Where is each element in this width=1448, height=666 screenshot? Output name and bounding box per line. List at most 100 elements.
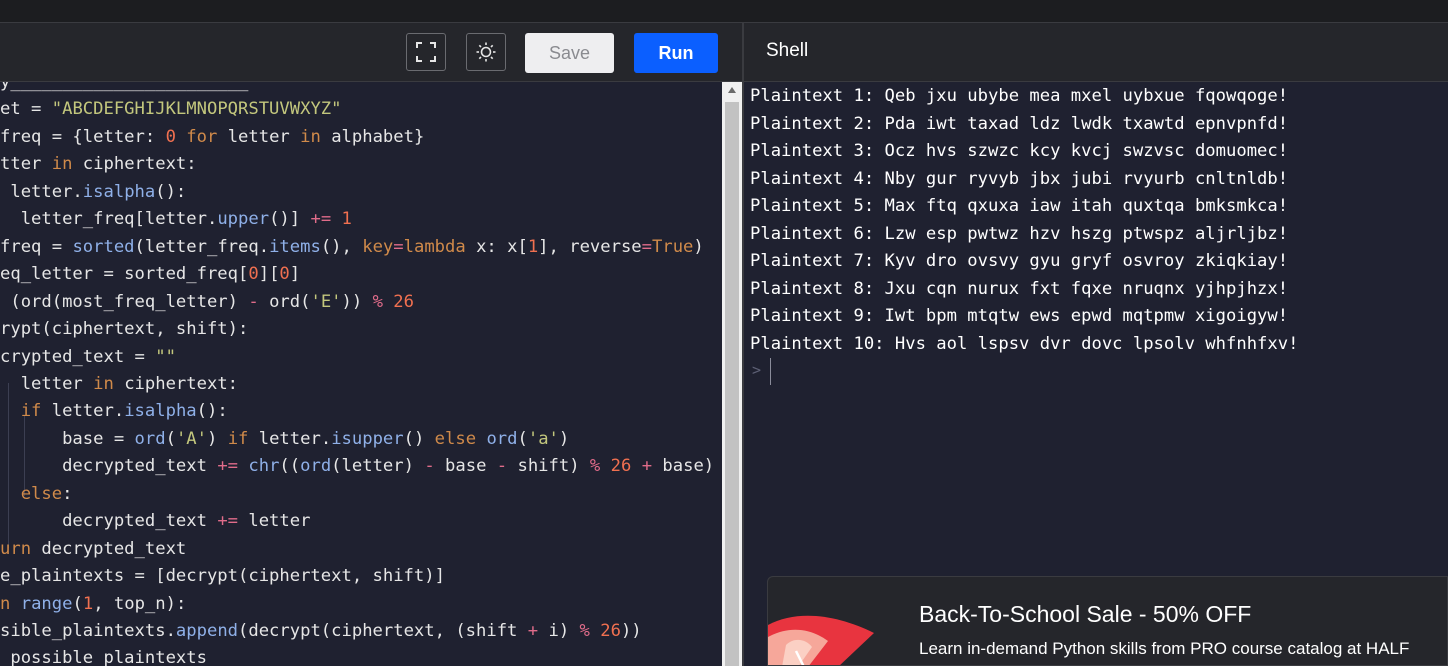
code-token: (( bbox=[279, 456, 301, 477]
promo-banner[interactable]: Back-To-School Sale - 50% OFF Learn in-d… bbox=[767, 576, 1448, 666]
shell-output-line: Plaintext 2: Pda iwt taxad ldz lwdk txaw… bbox=[750, 113, 1289, 134]
scroll-thumb[interactable] bbox=[725, 102, 739, 666]
code-token: letter. bbox=[41, 401, 125, 422]
code-token: letter bbox=[217, 126, 301, 147]
code-token: += bbox=[217, 456, 239, 477]
code-token: , top_n): bbox=[93, 593, 187, 614]
shell-output-line: Plaintext 5: Max ftq qxuxa iaw itah quxt… bbox=[750, 196, 1289, 216]
code-token: decrypted_text bbox=[31, 538, 187, 559]
code-line[interactable]: eq_letter = sorted_freq[0][0] bbox=[0, 261, 300, 288]
code-token: key bbox=[362, 236, 394, 257]
code-token: lambda bbox=[403, 236, 466, 257]
code-line[interactable]: possible_plaintexts bbox=[0, 645, 207, 666]
code-line[interactable]: letter_freq[letter.upper()] += 1 bbox=[0, 206, 352, 233]
code-token: 'A' bbox=[175, 428, 207, 449]
code-token: x: x[ bbox=[465, 236, 528, 257]
umbrella-illustration-icon bbox=[768, 615, 874, 665]
code-token: )) bbox=[341, 291, 373, 312]
code-token: base = bbox=[0, 428, 135, 449]
code-token: - bbox=[248, 291, 259, 312]
code-token: possible_plaintexts bbox=[0, 648, 207, 666]
fullscreen-icon bbox=[416, 42, 436, 62]
code-token: () bbox=[403, 428, 435, 449]
code-line[interactable]: crypted_text = "" bbox=[0, 344, 176, 371]
code-token: letter bbox=[238, 511, 311, 532]
code-token: append bbox=[175, 621, 239, 641]
code-token: letter. bbox=[248, 428, 332, 449]
code-token: decrypted_text bbox=[0, 456, 218, 477]
code-token: - bbox=[496, 456, 508, 477]
code-token: if bbox=[227, 428, 249, 449]
code-token: in bbox=[51, 154, 73, 175]
code-token: crypted_text = bbox=[0, 346, 156, 367]
code-token: ciphertext: bbox=[113, 373, 239, 394]
theme-toggle-button[interactable] bbox=[466, 33, 506, 71]
code-line[interactable]: (ord(most_freq_letter) - ord('E')) % 26 bbox=[0, 289, 414, 316]
scroll-up-arrow-icon[interactable] bbox=[728, 87, 736, 93]
code-token: (decrypt(ciphertext, (shift bbox=[238, 621, 528, 641]
code-token: e_plaintexts = [decrypt(ciphertext, shif… bbox=[0, 566, 445, 587]
code-line[interactable]: freq = sorted(letter_freq.items(), key=l… bbox=[0, 234, 704, 261]
code-token: else bbox=[20, 483, 63, 504]
code-line[interactable]: rypt(ciphertext, shift): bbox=[0, 316, 248, 343]
code-token: ( bbox=[165, 428, 176, 449]
code-token: 'a' bbox=[527, 428, 559, 449]
fullscreen-button[interactable] bbox=[406, 33, 446, 71]
code-token: (letter_freq. bbox=[134, 236, 270, 257]
code-token: items bbox=[269, 236, 321, 257]
code-token: decrypted_text bbox=[0, 511, 218, 532]
code-line[interactable]: if letter.isalpha(): bbox=[0, 398, 228, 425]
code-line[interactable]: urn decrypted_text bbox=[0, 536, 186, 563]
code-token: ()] bbox=[269, 209, 311, 230]
code-line[interactable]: letter.isalpha(): bbox=[0, 179, 186, 206]
shell-output-line: Plaintext 10: Hvs aol lspsv dvr dovc lps… bbox=[750, 333, 1299, 354]
code-token: 0 bbox=[165, 126, 176, 147]
code-line[interactable]: freq = {letter: 0 for letter in alphabet… bbox=[0, 124, 424, 151]
run-button[interactable]: Run bbox=[634, 33, 718, 73]
code-line[interactable]: base = ord('A') if letter.isupper() else… bbox=[0, 426, 569, 453]
code-line[interactable]: decrypted_text += chr((ord(letter) - bas… bbox=[0, 453, 714, 480]
code-line[interactable]: n range(1, top_n): bbox=[0, 591, 186, 618]
shell-output-line: Plaintext 7: Kyv dro ovsvy gyu gryf osvr… bbox=[750, 251, 1289, 271]
shell-output-line: Plaintext 8: Jxu cqn nurux fxt fqxe nruq… bbox=[750, 278, 1289, 299]
code-token: isalpha bbox=[82, 181, 156, 202]
save-button[interactable]: Save bbox=[525, 33, 614, 73]
code-token: letter_freq[letter. bbox=[0, 209, 218, 230]
code-token: ) bbox=[693, 236, 704, 257]
code-line[interactable]: e_plaintexts = [decrypt(ciphertext, shif… bbox=[0, 563, 445, 590]
code-token: ( bbox=[517, 428, 528, 449]
code-token: 26 bbox=[393, 291, 414, 312]
code-line[interactable]: else: bbox=[0, 481, 73, 508]
code-token: 1 bbox=[82, 593, 94, 614]
code-line[interactable]: tter in ciphertext: bbox=[0, 151, 197, 178]
code-token: += bbox=[217, 511, 239, 532]
code-line[interactable]: decrypted_text += letter bbox=[0, 508, 310, 535]
shell-header: Shell bbox=[744, 22, 1448, 82]
code-token: ord( bbox=[258, 291, 311, 312]
code-token: ) bbox=[206, 428, 228, 449]
shell-output-line: Plaintext 6: Lzw esp pwtwz hzv hszg ptws… bbox=[750, 223, 1289, 244]
text-caret bbox=[770, 358, 771, 385]
code-token: sible_plaintexts. bbox=[0, 621, 176, 641]
code-token: for bbox=[186, 126, 218, 147]
shell-output-line: Plaintext 4: Nby gur ryvyb jbx jubi rvyu… bbox=[750, 168, 1289, 189]
code-line[interactable]: et = "ABCDEFGHIJKLMNOPQRSTUVWXYZ" bbox=[0, 96, 342, 123]
code-line[interactable]: letter in ciphertext: bbox=[0, 371, 238, 398]
code-editor[interactable]: y_______________________ et = "ABCDEFGHIJ… bbox=[0, 82, 722, 666]
code-line[interactable]: y_______________________ bbox=[0, 82, 248, 96]
editor-scrollbar[interactable] bbox=[722, 82, 742, 666]
code-token: 26 bbox=[610, 456, 632, 477]
code-line[interactable]: sible_plaintexts.append(decrypt(cipherte… bbox=[0, 618, 642, 645]
code-token: urn bbox=[0, 538, 32, 559]
code-token: - bbox=[424, 456, 435, 477]
code-token: isalpha bbox=[124, 401, 197, 422]
code-token: (): bbox=[196, 401, 228, 422]
code-token: "" bbox=[155, 346, 176, 367]
promo-subtitle: Learn in-demand Python skills from PRO c… bbox=[919, 639, 1410, 658]
code-token: 0 bbox=[248, 264, 259, 285]
code-token: upper bbox=[217, 209, 270, 230]
